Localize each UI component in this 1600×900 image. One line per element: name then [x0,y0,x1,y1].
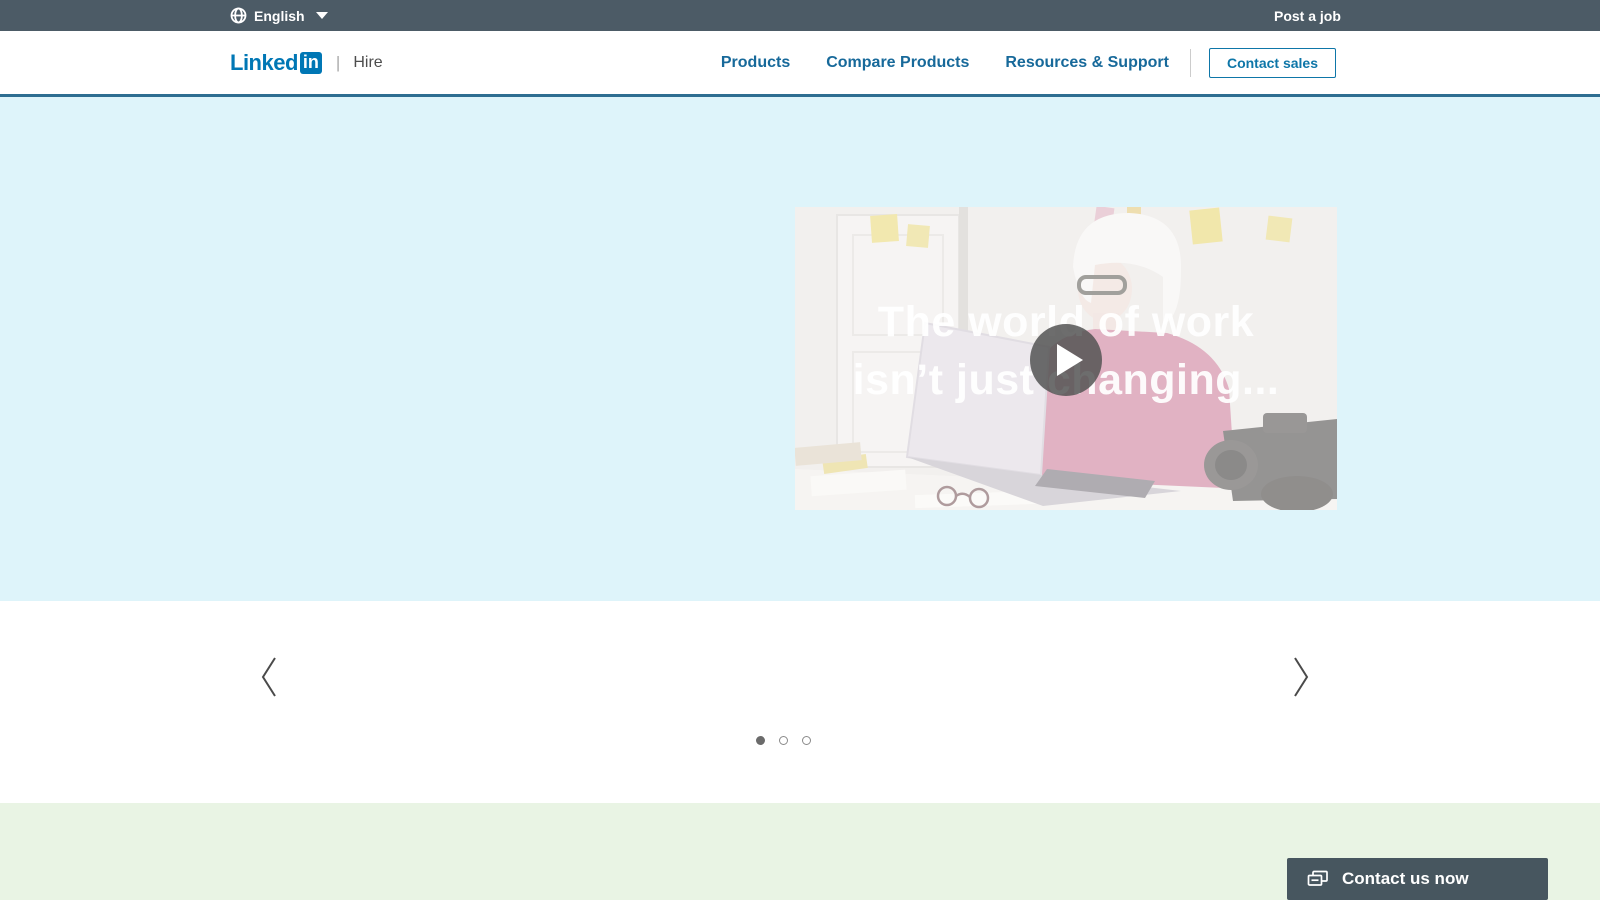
language-label: English [254,8,305,24]
linkedin-in-badge: in [300,52,322,74]
globe-icon [230,7,247,24]
chat-icon [1307,870,1329,889]
testimonial-carousel [0,601,1600,803]
nav-item-resources-support[interactable]: Resources & Support [1005,54,1169,72]
logo-divider: | [336,53,340,73]
play-icon [1057,344,1083,376]
nav-links: Products Compare Products Resources & Su… [721,31,1336,94]
nav-item-products[interactable]: Products [721,54,790,72]
play-button[interactable] [1030,324,1102,396]
contact-sales-button[interactable]: Contact sales [1209,48,1336,78]
carousel-prev-button[interactable] [258,655,282,699]
carousel-dot[interactable] [779,736,788,745]
linkedin-logo[interactable]: Linked in | Hire [230,31,383,94]
linkedin-logo-text: Linked [230,50,298,76]
product-name-hire: Hire [353,54,382,72]
hero-section: The world of work isn’t just changing... [0,97,1600,601]
nav-divider [1190,49,1191,77]
hero-video-player[interactable]: The world of work isn’t just changing... [795,207,1337,510]
contact-us-widget[interactable]: Contact us now [1287,858,1548,900]
main-navbar: Linked in | Hire Products Compare Produc… [0,31,1600,94]
contact-us-label: Contact us now [1342,869,1469,889]
chevron-right-icon [1288,655,1312,699]
chevron-left-icon [258,655,282,699]
nav-item-compare-products[interactable]: Compare Products [826,54,969,72]
carousel-dot[interactable] [756,736,765,745]
carousel-dot[interactable] [802,736,811,745]
utility-bar: English Post a job [0,0,1600,31]
carousel-pagination [756,736,811,745]
post-a-job-link[interactable]: Post a job [1274,0,1341,31]
carousel-next-button[interactable] [1288,655,1312,699]
language-selector[interactable]: English [230,0,328,31]
chevron-down-icon [316,12,328,19]
